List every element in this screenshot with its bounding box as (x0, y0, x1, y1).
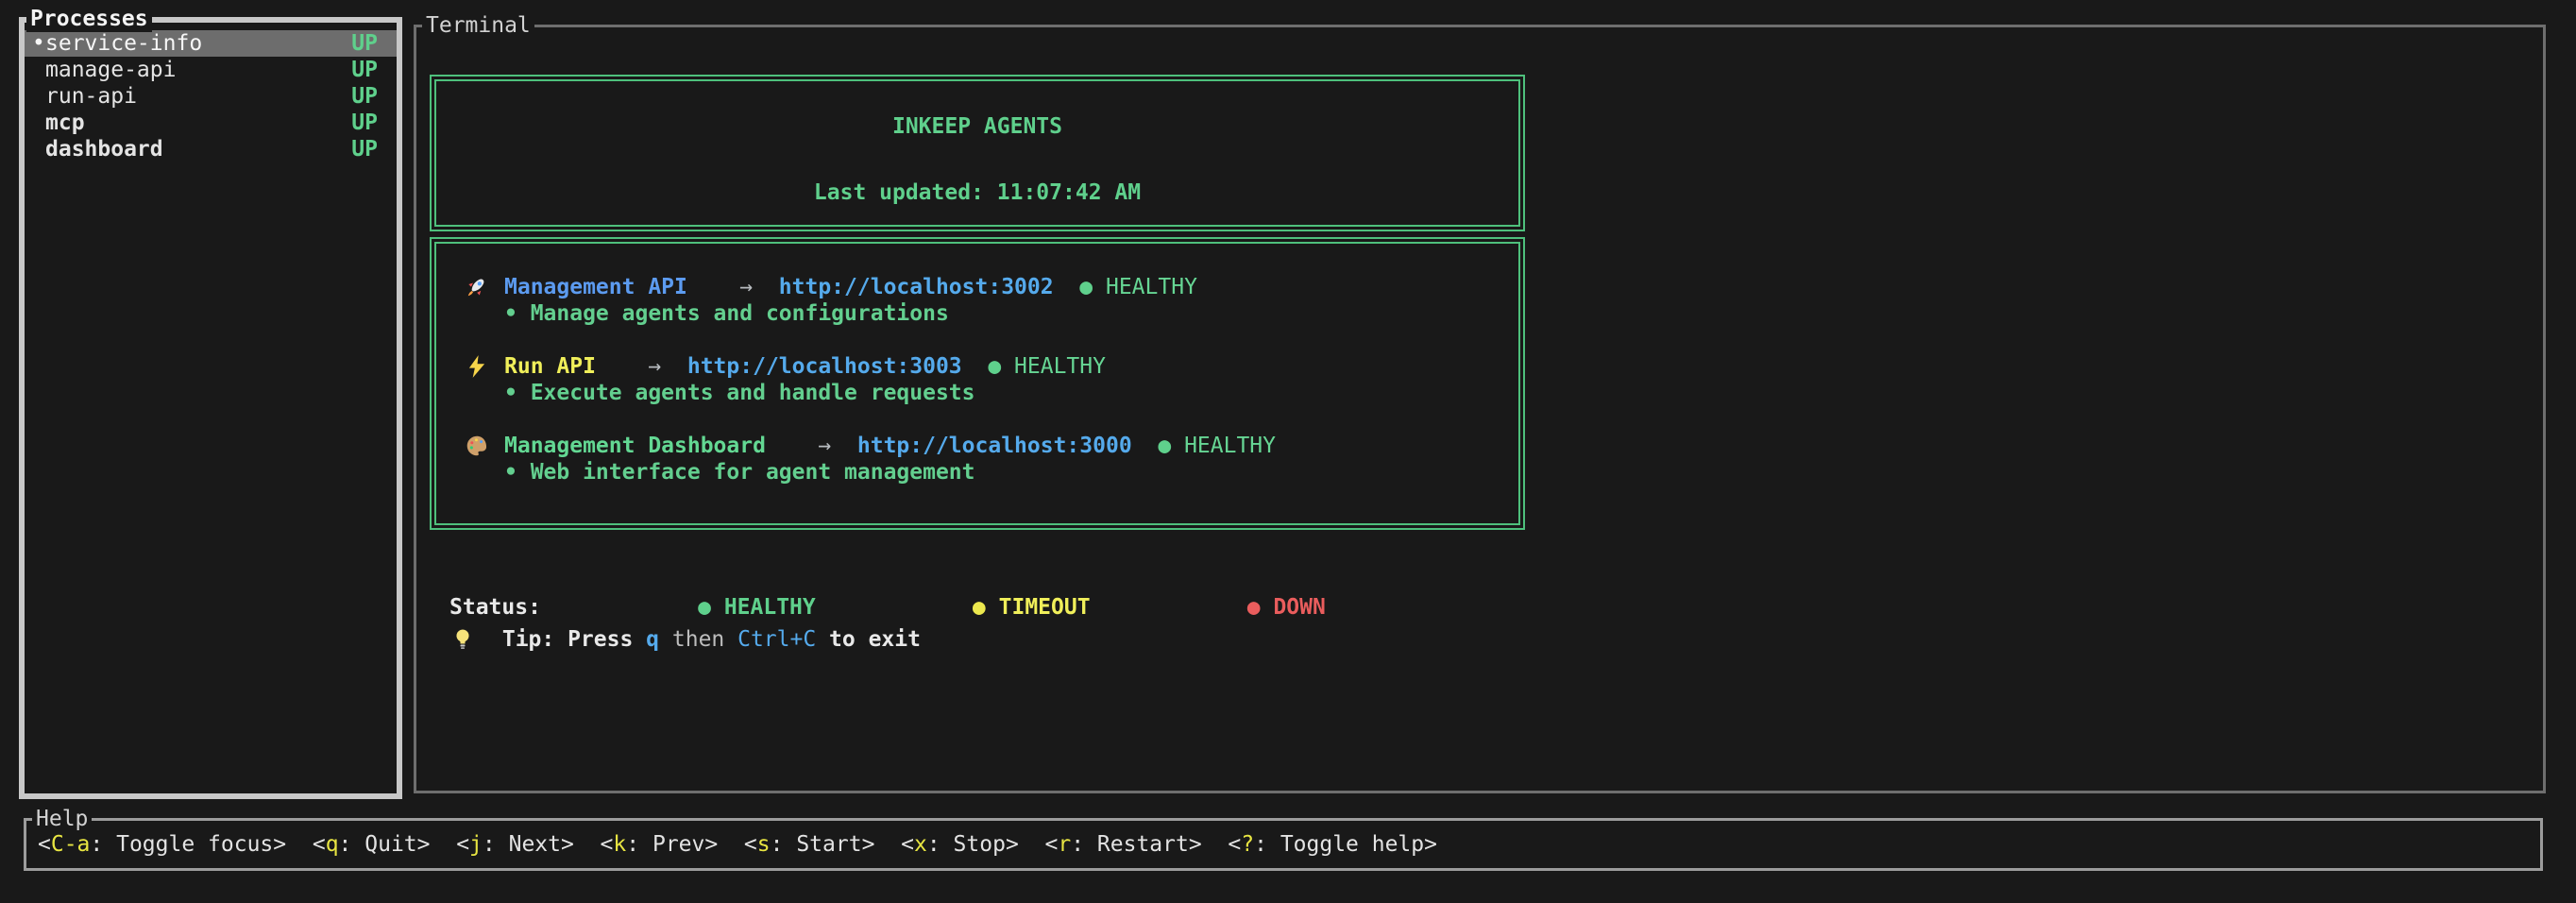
process-row-run-api[interactable]: run-api UP (25, 83, 397, 110)
process-row-mcp[interactable]: mcp UP (25, 110, 397, 136)
process-name: mcp (45, 110, 85, 136)
shortcut-key: C-a (51, 832, 116, 857)
shortcut-stop: xStop (901, 831, 1019, 858)
tip-key-q: q (646, 626, 659, 653)
tip-middle: then (672, 626, 724, 653)
service-entry-management-api: Management API → http://localhost:3002 ●… (465, 274, 1518, 327)
process-status-badge: UP (351, 57, 378, 83)
service-url-link[interactable]: http://localhost:3003 (687, 353, 962, 380)
service-url-link[interactable]: http://localhost:3000 (857, 433, 1132, 459)
arrow-icon: → (648, 353, 661, 380)
service-entry-run-api: Run API → http://localhost:3003 ● HEALTH… (465, 353, 1518, 406)
process-status-badge: UP (351, 136, 378, 162)
shortcut-key: s (757, 832, 797, 857)
process-name: service-info (45, 30, 202, 57)
help-panel: Help C-aToggle focus qQuit jNext kPrev s… (24, 818, 2543, 871)
shortcut-label: Next (509, 832, 561, 857)
services-box: Management API → http://localhost:3002 ●… (434, 242, 1520, 525)
health-dot-icon: ● (1079, 274, 1093, 300)
legend-down: ● DOWN (1116, 568, 1326, 647)
process-name: manage-api (45, 57, 176, 83)
tip-suffix: to exit (829, 626, 921, 653)
lightning-icon (465, 353, 504, 380)
shortcut-label: Toggle help (1280, 832, 1424, 857)
agents-header-box: INKEEP AGENTS Last updated: 11:07:42 AM (434, 79, 1520, 227)
terminal-panel: Terminal INKEEP AGENTS Last updated: 11:… (414, 25, 2546, 793)
terminal-output: INKEEP AGENTS Last updated: 11:07:42 AM (416, 27, 2543, 791)
shortcut-label: Toggle focus (116, 832, 273, 857)
shortcut-key: ? (1241, 832, 1280, 857)
agents-title: INKEEP AGENTS (436, 113, 1518, 140)
status-footer: Status: ● HEALTHY ● TIMEOUT ● DOWN (449, 594, 1326, 653)
health-dot-icon: ● (988, 353, 1001, 380)
palette-icon (465, 433, 504, 459)
process-status-badge: UP (351, 83, 378, 110)
process-row-manage-api[interactable]: manage-api UP (25, 57, 397, 83)
shortcut-restart: rRestart (1044, 831, 1201, 858)
selected-marker: • (32, 30, 45, 57)
service-name: Management API (504, 274, 687, 300)
status-label: Status: (449, 594, 541, 621)
green-dot-icon: ● (698, 595, 711, 620)
shortcut-next: jNext (456, 831, 574, 858)
process-row-service-info[interactable]: • service-info UP (25, 30, 397, 57)
arrow-icon: → (818, 433, 831, 459)
shortcut-toggle-help: ?Toggle help (1228, 831, 1437, 858)
status-legend: Status: ● HEALTHY ● TIMEOUT ● DOWN (449, 594, 1326, 621)
processes-panel-title: Processes (26, 6, 152, 32)
health-status: HEALTHY (1184, 433, 1276, 459)
shortcut-label: Stop (954, 832, 1006, 857)
service-entry-dashboard: Management Dashboard → http://localhost:… (465, 433, 1518, 486)
shortcut-toggle-focus: C-aToggle focus (38, 831, 286, 858)
health-status: HEALTHY (1106, 274, 1197, 300)
shortcut-label: Restart (1097, 832, 1189, 857)
yellow-dot-icon: ● (973, 595, 986, 620)
health-status: HEALTHY (1014, 353, 1106, 380)
shortcut-key: q (326, 832, 365, 857)
process-name: dashboard (45, 136, 163, 162)
arrow-icon: → (739, 274, 753, 300)
tip-key-ctrl-c: Ctrl+C (737, 626, 816, 653)
process-name: run-api (45, 83, 137, 110)
process-status-badge: UP (351, 110, 378, 136)
shortcut-key: j (469, 832, 509, 857)
legend-healthy-label: HEALTHY (724, 595, 816, 620)
shortcut-start: sStart (744, 831, 875, 858)
shortcut-key: k (613, 832, 652, 857)
legend-timeout-label: TIMEOUT (999, 595, 1091, 620)
shortcut-label: Prev (652, 832, 704, 857)
shortcut-label: Quit (364, 832, 416, 857)
shortcut-key: x (914, 832, 954, 857)
process-row-dashboard[interactable]: dashboard UP (25, 136, 397, 162)
processes-panel: Processes • service-info UP manage-api U… (19, 17, 402, 799)
help-panel-title: Help (32, 806, 92, 832)
process-list: • service-info UP manage-api UP run-api … (25, 23, 397, 162)
shortcut-quit: qQuit (313, 831, 431, 858)
process-status-badge: UP (351, 30, 378, 57)
help-shortcuts: C-aToggle focus qQuit jNext kPrev sStart… (26, 821, 2540, 868)
last-updated-text: Last updated: 11:07:42 AM (436, 179, 1518, 206)
lightbulb-icon (449, 626, 489, 653)
shortcut-label: Start (796, 832, 861, 857)
tip-prefix: Tip: Press (502, 626, 633, 653)
service-url-link[interactable]: http://localhost:3002 (779, 274, 1054, 300)
rocket-icon (465, 274, 504, 300)
legend-down-label: DOWN (1273, 595, 1325, 620)
service-name: Run API (504, 353, 596, 380)
shortcut-key: r (1058, 832, 1097, 857)
service-name: Management Dashboard (504, 433, 766, 459)
red-dot-icon: ● (1247, 595, 1261, 620)
health-dot-icon: ● (1158, 433, 1171, 459)
shortcut-prev: kPrev (601, 831, 719, 858)
